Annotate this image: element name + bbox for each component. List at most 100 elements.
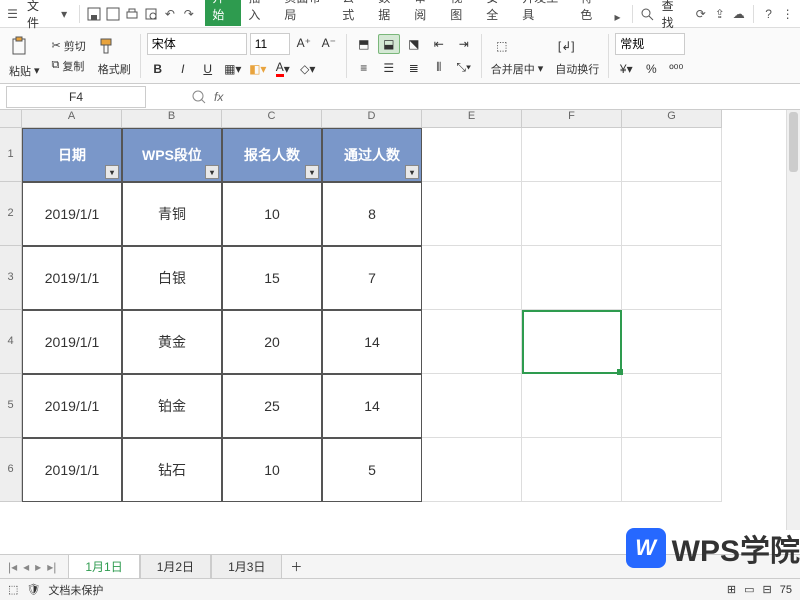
tab-special[interactable]: 特色 — [573, 0, 609, 26]
format-painter-button[interactable]: 格式刷 — [95, 60, 134, 78]
cell[interactable] — [622, 182, 722, 246]
tab-formula[interactable]: 公式 — [335, 0, 371, 26]
font-select[interactable] — [147, 33, 247, 55]
cell[interactable] — [522, 182, 622, 246]
filter-dropdown-icon[interactable]: ▾ — [105, 165, 119, 179]
name-box[interactable]: F4 — [6, 86, 146, 108]
column-header[interactable]: B — [122, 110, 222, 128]
table-cell[interactable]: 2019/1/1 — [22, 438, 122, 502]
cell[interactable] — [622, 374, 722, 438]
view-normal-icon[interactable]: ⊞ — [727, 583, 736, 596]
sheet-tab-3[interactable]: 1月3日 — [211, 554, 282, 579]
cell[interactable] — [522, 374, 622, 438]
cut-button[interactable]: ✂剪切 — [49, 37, 89, 55]
sync-icon[interactable]: ⟳ — [692, 5, 709, 23]
column-header[interactable]: A — [22, 110, 122, 128]
cell[interactable] — [422, 246, 522, 310]
table-cell[interactable]: 7 — [322, 246, 422, 310]
sheet-tab-1[interactable]: 1月1日 — [68, 554, 139, 580]
scrollbar-thumb[interactable] — [789, 112, 798, 172]
filter-dropdown-icon[interactable]: ▾ — [205, 165, 219, 179]
comma-icon[interactable]: º⁰⁰ — [665, 59, 687, 79]
border-icon[interactable]: ▦▾ — [222, 59, 244, 79]
sheet-prev-icon[interactable]: ◂ — [23, 560, 29, 574]
indent-decrease-icon[interactable]: ⇤ — [428, 34, 450, 54]
tab-devtools[interactable]: 开发工具 — [515, 0, 573, 26]
table-cell[interactable]: 15 — [222, 246, 322, 310]
increase-font-icon[interactable]: A⁺ — [293, 33, 315, 53]
share-icon[interactable]: ⇪ — [711, 5, 728, 23]
merge-icon[interactable]: ⬚ — [488, 34, 516, 58]
align-middle-icon[interactable]: ⬓ — [378, 34, 400, 54]
align-left-icon[interactable]: ≡ — [353, 58, 375, 78]
align-center-icon[interactable]: ☰ — [378, 58, 400, 78]
table-cell[interactable]: 铂金 — [122, 374, 222, 438]
merge-button[interactable]: 合并居中▾ — [488, 60, 547, 78]
fx-icon[interactable]: fx — [214, 90, 223, 104]
row-header[interactable]: 2 — [0, 182, 22, 246]
sheet-next-icon[interactable]: ▸ — [35, 560, 41, 574]
table-header-cell[interactable]: 通过人数▾ — [322, 128, 422, 182]
search-icon[interactable] — [639, 5, 656, 23]
redo-icon[interactable]: ↷ — [180, 5, 197, 23]
row-header[interactable]: 3 — [0, 246, 22, 310]
row-header[interactable]: 5 — [0, 374, 22, 438]
sheet-tab-2[interactable]: 1月2日 — [140, 554, 211, 579]
fill-color-icon[interactable]: ◧▾ — [247, 59, 269, 79]
cell[interactable] — [622, 310, 722, 374]
table-cell[interactable]: 钻石 — [122, 438, 222, 502]
cell[interactable] — [422, 310, 522, 374]
tab-review[interactable]: 审阅 — [407, 0, 443, 26]
cell[interactable] — [622, 128, 722, 182]
font-size-select[interactable] — [250, 33, 290, 55]
cell[interactable] — [522, 128, 622, 182]
table-cell[interactable]: 2019/1/1 — [22, 182, 122, 246]
filter-dropdown-icon[interactable]: ▾ — [405, 165, 419, 179]
find-button[interactable]: 查找 — [658, 0, 689, 33]
save-as-icon[interactable] — [104, 5, 121, 23]
hamburger-icon[interactable]: ☰ — [4, 5, 21, 23]
cancel-icon[interactable] — [192, 90, 206, 104]
vertical-scrollbar[interactable] — [786, 110, 800, 530]
table-cell[interactable]: 20 — [222, 310, 322, 374]
cell[interactable] — [522, 310, 622, 374]
undo-icon[interactable]: ↶ — [161, 5, 178, 23]
bold-icon[interactable]: B — [147, 59, 169, 79]
file-dropdown-icon[interactable]: ▾ — [56, 5, 73, 23]
currency-icon[interactable]: ¥▾ — [615, 59, 637, 79]
table-header-cell[interactable]: WPS段位▾ — [122, 128, 222, 182]
cloud-icon[interactable]: ☁ — [730, 5, 747, 23]
table-cell[interactable]: 2019/1/1 — [22, 374, 122, 438]
table-cell[interactable]: 2019/1/1 — [22, 246, 122, 310]
clear-format-icon[interactable]: ◇▾ — [297, 59, 319, 79]
tab-insert[interactable]: 插入 — [241, 0, 277, 26]
underline-icon[interactable]: U — [197, 59, 219, 79]
more-icon[interactable]: ⋮ — [779, 5, 796, 23]
tab-data[interactable]: 数据 — [371, 0, 407, 26]
table-cell[interactable]: 2019/1/1 — [22, 310, 122, 374]
help-icon[interactable]: ? — [760, 5, 777, 23]
save-icon[interactable] — [86, 5, 103, 23]
cell[interactable] — [622, 246, 722, 310]
wrap-icon[interactable]: [↲] — [552, 34, 580, 58]
font-color-icon[interactable]: A▾ — [272, 59, 294, 79]
table-cell[interactable]: 8 — [322, 182, 422, 246]
table-cell[interactable]: 10 — [222, 438, 322, 502]
table-header-cell[interactable]: 日期▾ — [22, 128, 122, 182]
row-header[interactable]: 6 — [0, 438, 22, 502]
percent-icon[interactable]: % — [640, 59, 662, 79]
number-format-select[interactable] — [615, 33, 685, 55]
add-sheet-icon[interactable]: ＋ — [282, 557, 310, 577]
table-cell[interactable]: 5 — [322, 438, 422, 502]
tab-security[interactable]: 安全 — [479, 0, 515, 26]
column-header[interactable]: G — [622, 110, 722, 128]
table-cell[interactable]: 白银 — [122, 246, 222, 310]
row-header[interactable]: 1 — [0, 128, 22, 182]
sheet-last-icon[interactable]: ▸| — [47, 560, 56, 574]
wrap-button[interactable]: 自动换行 — [552, 60, 602, 78]
paste-button[interactable]: 粘贴▾ — [6, 62, 43, 80]
table-cell[interactable]: 青铜 — [122, 182, 222, 246]
print-preview-icon[interactable] — [142, 5, 159, 23]
tab-view[interactable]: 视图 — [443, 0, 479, 26]
view-break-icon[interactable]: ⊟ — [763, 583, 772, 596]
